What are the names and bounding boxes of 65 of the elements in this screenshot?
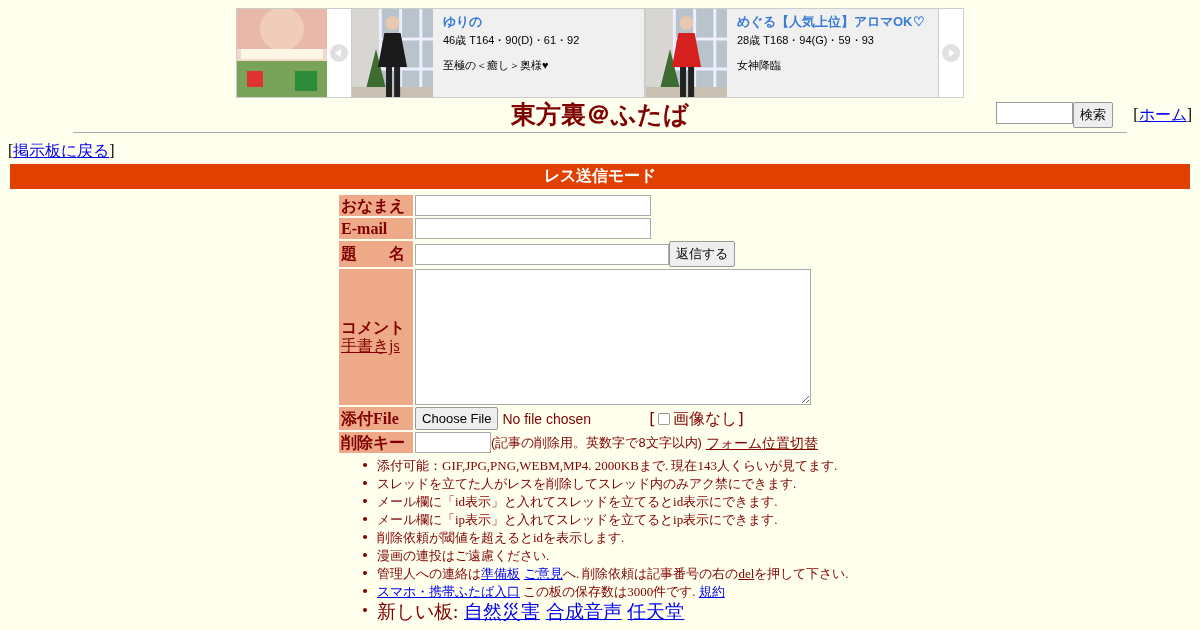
submit-button[interactable]: 返信する	[669, 241, 736, 267]
choose-file-button[interactable]: Choose File	[415, 407, 499, 430]
file-status: No file chosen	[502, 409, 592, 428]
link[interactable]: 規約	[698, 584, 725, 599]
link[interactable]: 自然災害	[463, 601, 540, 622]
bullet-icon	[363, 588, 367, 593]
profile-tagline: 女神降臨	[737, 58, 782, 73]
bracket: [	[1133, 105, 1139, 123]
bracket: ]	[737, 409, 744, 428]
link[interactable]: ご意見	[523, 566, 563, 581]
note-text: スレッドを立てた人がレスを削除してスレッド内のみアク禁にできます.	[377, 476, 797, 491]
field-label: おなまえ	[341, 196, 406, 214]
profile-tagline: 至極の＜癒し＞奥様♥	[443, 58, 550, 73]
subject-field[interactable]	[415, 243, 670, 265]
name-field[interactable]	[415, 195, 652, 216]
delete-key-hint: (記事の削除用。英数字で8文字以内)	[491, 433, 702, 452]
checkbox[interactable]	[658, 412, 671, 425]
search-button[interactable]: 検索	[1073, 102, 1114, 128]
bullet-icon	[363, 608, 367, 612]
note-text: メール欄に「ip表示」と入れてスレッドを立てるとip表示にできます.	[377, 512, 778, 527]
bullet-icon	[363, 516, 367, 521]
email-field[interactable]	[415, 218, 652, 239]
mode-bar: レス送信モード	[10, 164, 1190, 189]
bullet-icon	[363, 498, 367, 503]
bullet-icon	[363, 534, 367, 539]
bracket: [	[8, 142, 14, 159]
note-text: メール欄に「id表示」と入れてスレッドを立てるとid表示にできます.	[377, 494, 778, 509]
link[interactable]: del	[738, 566, 755, 581]
checkbox-label: 画像なし	[673, 409, 738, 428]
note-text: 新しい板:	[377, 601, 459, 622]
comment-field[interactable]	[415, 269, 812, 405]
link[interactable]: 準備板	[481, 566, 520, 581]
bullet-icon	[363, 462, 367, 467]
profile-stats: 46歳 T164・90(D)・61・92	[443, 33, 580, 48]
bullet-icon	[363, 570, 367, 575]
field-label: コメント	[341, 319, 406, 336]
field-label: E-mail	[341, 219, 388, 237]
field-label: 添付File	[341, 409, 399, 427]
note-text: 漫画の連投はご遠慮ください.	[377, 548, 550, 563]
note-text: 削除依頼が閾値を超えるとidを表示します.	[377, 530, 625, 545]
note-text: へ. 削除依頼は記事番号の右の	[562, 566, 739, 581]
handwriting-link[interactable]: 手書きjs	[341, 337, 412, 355]
note-text: を押して下さい.	[754, 566, 849, 581]
bullet-icon	[363, 480, 367, 485]
profile-stats: 28歳 T168・94(G)・59・93	[737, 33, 875, 48]
link[interactable]: 任天堂	[627, 601, 685, 622]
profile-name[interactable]: めぐる【人気上位】アロマOK♡	[737, 13, 925, 31]
note-text: 添付可能：GIF,JPG,PNG,WEBM,MP4. 2000KBまで. 現在143人くらいが見てます.	[377, 458, 838, 473]
site-title: 東方裏＠ふたば	[511, 100, 689, 130]
home-link[interactable]: ホーム	[1138, 105, 1187, 123]
form-position-link[interactable]: フォーム位置切替	[705, 433, 818, 452]
bracket: [	[649, 409, 656, 428]
field-label: 題 名	[341, 245, 406, 262]
note-text: この板の保存数は3000件です.	[522, 584, 697, 599]
back-link[interactable]: 掲示板に戻る	[13, 142, 110, 159]
profile-name[interactable]: ゆりの	[443, 13, 580, 31]
field-label: 削除キー	[341, 433, 406, 451]
link[interactable]: 合成音声	[545, 601, 622, 622]
link[interactable]: スマホ・携帯ふたば入口	[377, 584, 520, 599]
bullet-icon	[363, 552, 367, 557]
search-field[interactable]	[996, 102, 1074, 124]
bracket: ]	[1186, 105, 1192, 123]
bracket: ]	[109, 142, 115, 159]
delete-key-field[interactable]	[415, 432, 492, 453]
note-text: 管理人への連絡は	[377, 566, 481, 581]
